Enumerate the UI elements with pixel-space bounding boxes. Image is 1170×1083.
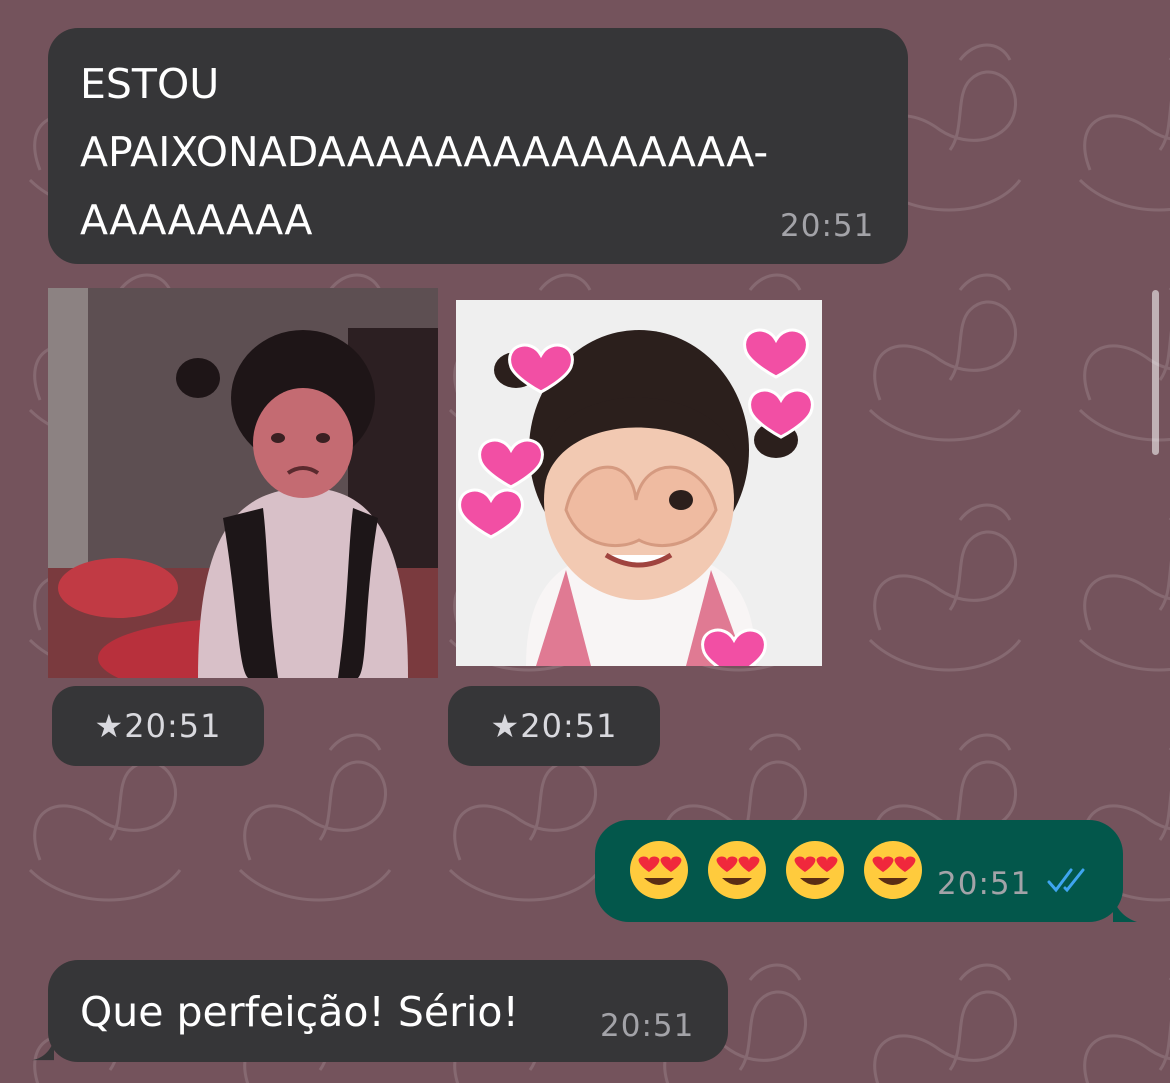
message-timestamp: 20:51	[937, 866, 1032, 902]
heart-eyes-emoji	[708, 841, 766, 899]
bubble-tail	[32, 1040, 54, 1061]
message-text: Que perfeição! Sério!	[80, 988, 519, 1036]
sticker-timestamp: ★20:51	[448, 686, 660, 766]
incoming-message-bubble[interactable]: ESTOU APAIXONADAAAAAAAAAAAAAAA- AAAAAAAA…	[48, 28, 908, 264]
emoji-row	[629, 840, 923, 900]
message-line: AAAAAAAA	[80, 196, 313, 244]
bubble-tail	[1113, 898, 1137, 922]
message-timestamp: 20:51	[600, 1008, 695, 1044]
crying-child-sticker[interactable]	[48, 288, 438, 678]
read-double-check-icon	[1047, 868, 1085, 893]
message-line: APAIXONADAAAAAAAAAAAAAAA-	[80, 128, 769, 176]
message-line: ESTOU	[80, 60, 220, 108]
child-heart-hands-sticker[interactable]	[456, 300, 822, 666]
sticker-timestamp: ★20:51	[52, 686, 264, 766]
outgoing-message-bubble[interactable]: 20:51	[595, 820, 1123, 922]
message-timestamp: 20:51	[780, 208, 875, 244]
incoming-message-bubble[interactable]: Que perfeição! Sério! 20:51	[48, 960, 728, 1062]
heart-eyes-emoji	[786, 841, 844, 899]
heart-eyes-emoji	[864, 841, 922, 899]
scrollbar[interactable]	[1152, 290, 1159, 455]
heart-eyes-emoji	[630, 841, 688, 899]
